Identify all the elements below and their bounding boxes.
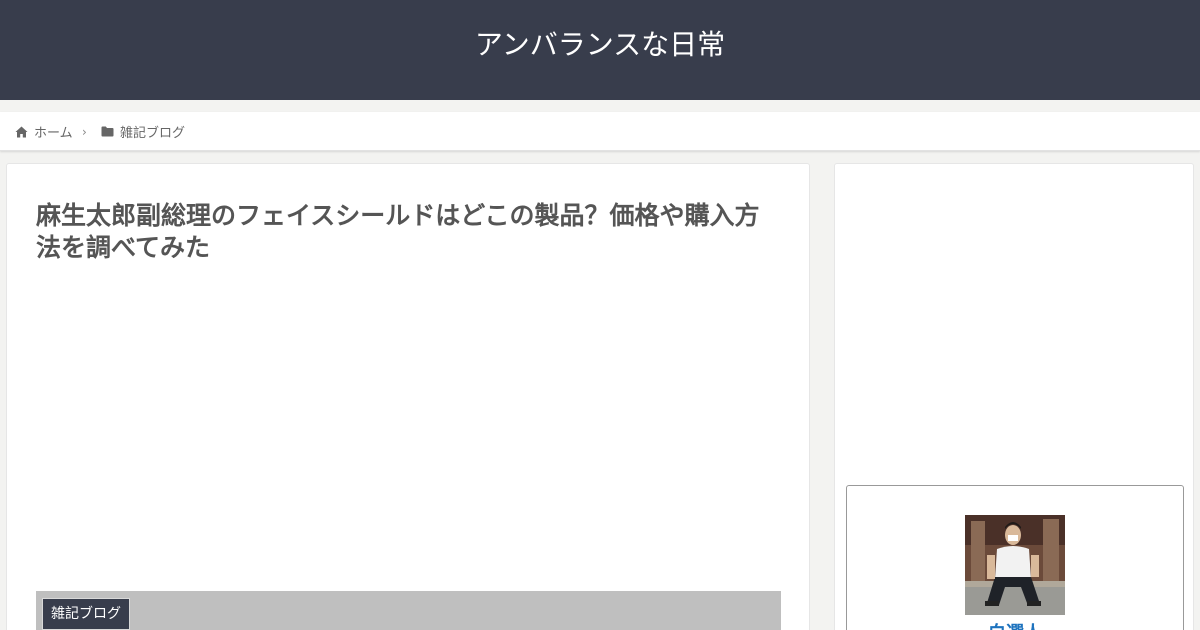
breadcrumb: ホーム › 雑記ブログ [0, 112, 1200, 151]
breadcrumb-home[interactable]: ホーム [15, 112, 73, 151]
profile-avatar[interactable] [965, 515, 1065, 615]
eyecatch-image: 雑記ブログ [36, 591, 781, 630]
profile-box: 白選人 [846, 485, 1184, 630]
article-title: 麻生太郎副総理のフェイスシールドはどこの製品？価格や購入方法を調べてみた [36, 201, 760, 262]
breadcrumb-category[interactable]: 雑記ブログ [101, 112, 185, 151]
site-title-link[interactable]: アンバランスな日常 [0, 26, 1200, 64]
breadcrumb-home-label: ホーム [34, 126, 73, 141]
folder-icon [101, 126, 115, 138]
category-label[interactable]: 雑記ブログ [42, 598, 130, 630]
home-icon [15, 126, 29, 138]
breadcrumb-category-label: 雑記ブログ [120, 126, 186, 141]
site-header: アンバランスな日常 [0, 0, 1200, 100]
ad-placeholder [36, 274, 781, 574]
sidebar-ad-placeholder [845, 174, 1185, 474]
profile-name-link[interactable]: 白選人 [847, 619, 1183, 630]
sidebar: 白選人 [834, 163, 1194, 630]
main-article-card: 麻生太郎副総理のフェイスシールドはどこの製品？価格や購入方法を調べてみた 雑記ブ… [6, 163, 810, 630]
chevron-right-icon: › [82, 124, 87, 139]
